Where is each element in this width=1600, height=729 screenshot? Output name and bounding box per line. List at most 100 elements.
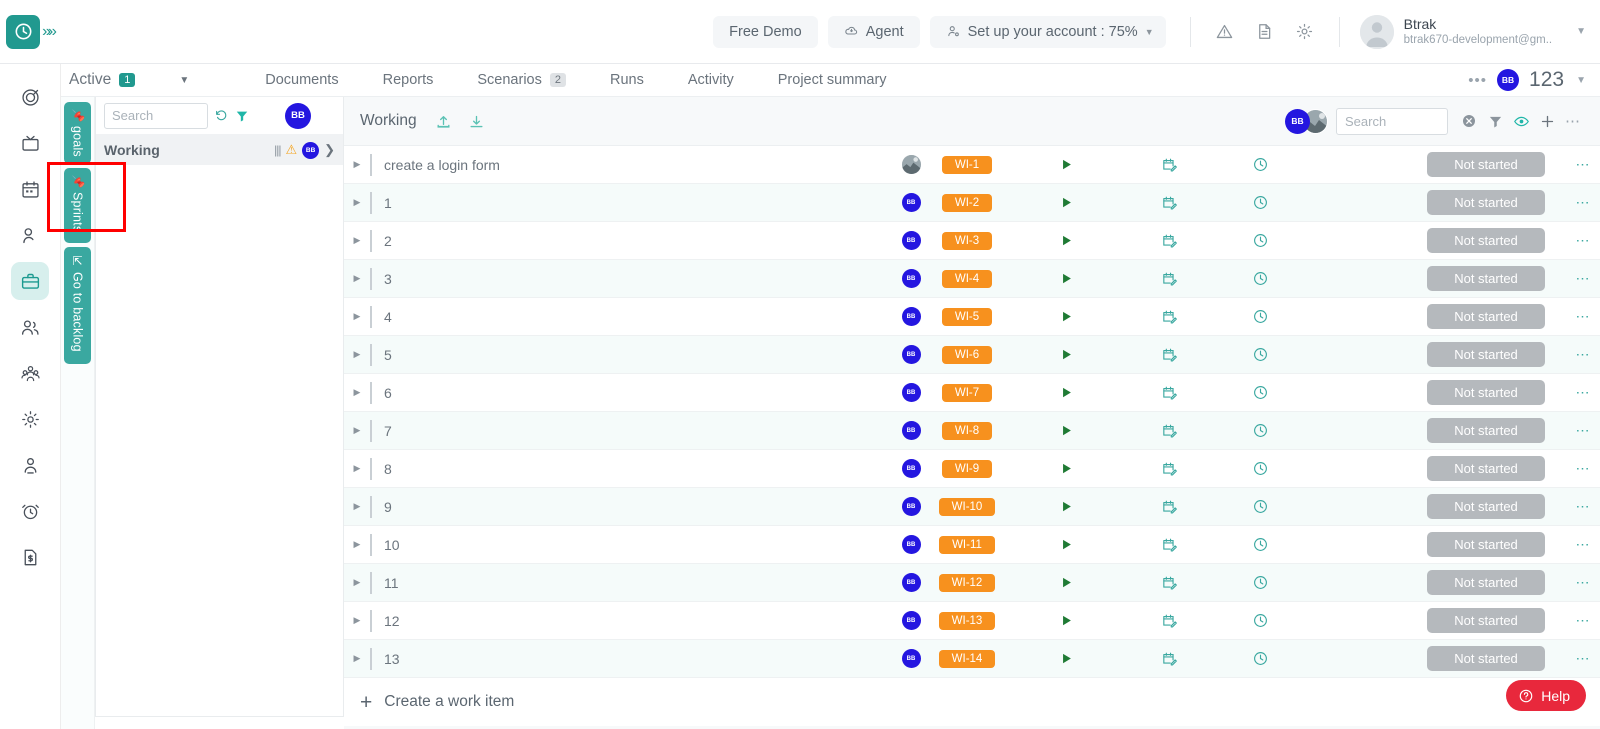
status-badge[interactable]: Not started <box>1427 608 1545 633</box>
table-row[interactable]: ▶2BBWI-3Not started⋯ <box>344 222 1600 260</box>
row-assignee-avatar[interactable]: BB <box>902 193 921 212</box>
row-calendar-icon[interactable] <box>1126 194 1212 211</box>
row-clock-icon[interactable] <box>1212 460 1308 477</box>
active-filter[interactable]: Active 1 <box>69 71 135 89</box>
sidebar-item-invoice[interactable] <box>11 538 49 576</box>
row-id-badge[interactable]: WI-10 <box>939 498 996 516</box>
filter-icon[interactable] <box>235 109 249 123</box>
table-row[interactable]: ▶7BBWI-8Not started⋯ <box>344 412 1600 450</box>
warning-icon[interactable]: ⚠ <box>285 142 297 158</box>
vtab-go-to-backlog[interactable]: ⇱ Go to backlog <box>64 247 91 364</box>
document-icon[interactable] <box>1245 12 1285 52</box>
status-badge[interactable]: Not started <box>1427 342 1545 367</box>
chevron-down-icon[interactable]: ▼ <box>179 75 189 86</box>
row-title[interactable]: create a login form <box>384 157 894 173</box>
row-title[interactable]: 9 <box>384 499 894 515</box>
row-clock-icon[interactable] <box>1212 536 1308 553</box>
row-id-badge[interactable]: WI-14 <box>939 650 996 668</box>
row-calendar-icon[interactable] <box>1126 460 1212 477</box>
row-expand-icon[interactable]: ▶ <box>344 615 370 626</box>
row-start-timer-icon[interactable] <box>1006 613 1126 628</box>
row-title[interactable]: 6 <box>384 385 894 401</box>
status-badge[interactable]: Not started <box>1427 266 1545 291</box>
list-search-input[interactable] <box>104 103 208 129</box>
row-title[interactable]: 5 <box>384 347 894 363</box>
row-start-timer-icon[interactable] <box>1006 499 1126 514</box>
sidebar-item-team[interactable] <box>11 354 49 392</box>
row-title[interactable]: 11 <box>384 575 894 591</box>
row-title[interactable]: 10 <box>384 537 894 553</box>
sidebar-item-users[interactable] <box>11 308 49 346</box>
row-id-badge[interactable]: WI-13 <box>939 612 996 630</box>
row-id-badge[interactable]: WI-6 <box>942 346 992 364</box>
vtab-sprints[interactable]: 📌 Sprints <box>64 168 91 243</box>
tab-reports[interactable]: Reports <box>361 66 456 94</box>
table-row[interactable]: ▶create a login formWI-1Not started⋯ <box>344 146 1600 184</box>
row-title[interactable]: 2 <box>384 233 894 249</box>
sidebar-item-contact[interactable] <box>11 446 49 484</box>
chevrons-right-icon[interactable]: »» <box>42 23 54 41</box>
setup-account-button[interactable]: Set up your account : 75% ▼ <box>930 16 1166 48</box>
row-id-badge[interactable]: WI-5 <box>942 308 992 326</box>
row-calendar-icon[interactable] <box>1126 308 1212 325</box>
sidebar-item-calendar[interactable] <box>11 170 49 208</box>
row-start-timer-icon[interactable] <box>1006 233 1126 248</box>
row-calendar-icon[interactable] <box>1126 232 1212 249</box>
chevron-down-icon[interactable]: ▼ <box>1576 75 1586 86</box>
clock-logo-icon[interactable] <box>6 15 40 49</box>
list-panel-avatar[interactable]: BB <box>285 103 311 129</box>
row-title[interactable]: 1 <box>384 195 894 211</box>
table-row[interactable]: ▶4BBWI-5Not started⋯ <box>344 298 1600 336</box>
row-expand-icon[interactable]: ▶ <box>344 235 370 246</box>
agent-button[interactable]: Agent <box>828 16 920 48</box>
table-row[interactable]: ▶13BBWI-14Not started⋯ <box>344 640 1600 678</box>
status-badge[interactable]: Not started <box>1427 570 1545 595</box>
status-badge[interactable]: Not started <box>1427 380 1545 405</box>
sidebar-item-target[interactable] <box>11 78 49 116</box>
download-icon[interactable] <box>468 113 485 130</box>
main-search-input[interactable] <box>1336 108 1448 135</box>
row-title[interactable]: 13 <box>384 651 894 667</box>
status-badge[interactable]: Not started <box>1427 646 1545 671</box>
row-expand-icon[interactable]: ▶ <box>344 273 370 284</box>
status-badge[interactable]: Not started <box>1427 494 1545 519</box>
row-start-timer-icon[interactable] <box>1006 195 1126 210</box>
row-clock-icon[interactable] <box>1212 574 1308 591</box>
row-start-timer-icon[interactable] <box>1006 537 1126 552</box>
row-assignee-avatar[interactable] <box>902 155 921 174</box>
row-id-badge[interactable]: WI-11 <box>939 536 995 554</box>
plus-icon[interactable] <box>1534 108 1560 134</box>
row-more-icon[interactable]: ⋯ <box>1566 346 1600 363</box>
status-badge[interactable]: Not started <box>1427 456 1545 481</box>
row-calendar-icon[interactable] <box>1126 650 1212 667</box>
help-button[interactable]: Help <box>1506 680 1586 711</box>
row-more-icon[interactable]: ⋯ <box>1566 384 1600 401</box>
bars-icon[interactable]: ||| <box>274 143 280 157</box>
row-clock-icon[interactable] <box>1212 498 1308 515</box>
row-assignee-avatar[interactable]: BB <box>902 307 921 326</box>
row-title[interactable]: 4 <box>384 309 894 325</box>
table-row[interactable]: ▶11BBWI-12Not started⋯ <box>344 564 1600 602</box>
row-id-badge[interactable]: WI-1 <box>942 156 992 174</box>
tab-documents[interactable]: Documents <box>243 66 360 94</box>
row-more-icon[interactable]: ⋯ <box>1566 308 1600 325</box>
row-title[interactable]: 7 <box>384 423 894 439</box>
table-row[interactable]: ▶1BBWI-2Not started⋯ <box>344 184 1600 222</box>
row-assignee-avatar[interactable]: BB <box>902 535 921 554</box>
free-demo-button[interactable]: Free Demo <box>713 16 818 48</box>
row-assignee-avatar[interactable]: BB <box>902 421 921 440</box>
gear-icon[interactable] <box>1285 12 1325 52</box>
table-row[interactable]: ▶6BBWI-7Not started⋯ <box>344 374 1600 412</box>
clear-circle-icon[interactable] <box>1456 108 1482 134</box>
row-start-timer-icon[interactable] <box>1006 575 1126 590</box>
row-title[interactable]: 12 <box>384 613 894 629</box>
row-expand-icon[interactable]: ▶ <box>344 197 370 208</box>
row-calendar-icon[interactable] <box>1126 156 1212 173</box>
tab-runs[interactable]: Runs <box>588 66 666 94</box>
status-badge[interactable]: Not started <box>1427 418 1545 443</box>
filter-icon[interactable] <box>1482 108 1508 134</box>
row-title[interactable]: 8 <box>384 461 894 477</box>
row-expand-icon[interactable]: ▶ <box>344 159 370 170</box>
list-item-working[interactable]: Working ||| ⚠ BB ❯ <box>96 135 343 165</box>
row-assignee-avatar[interactable]: BB <box>902 231 921 250</box>
